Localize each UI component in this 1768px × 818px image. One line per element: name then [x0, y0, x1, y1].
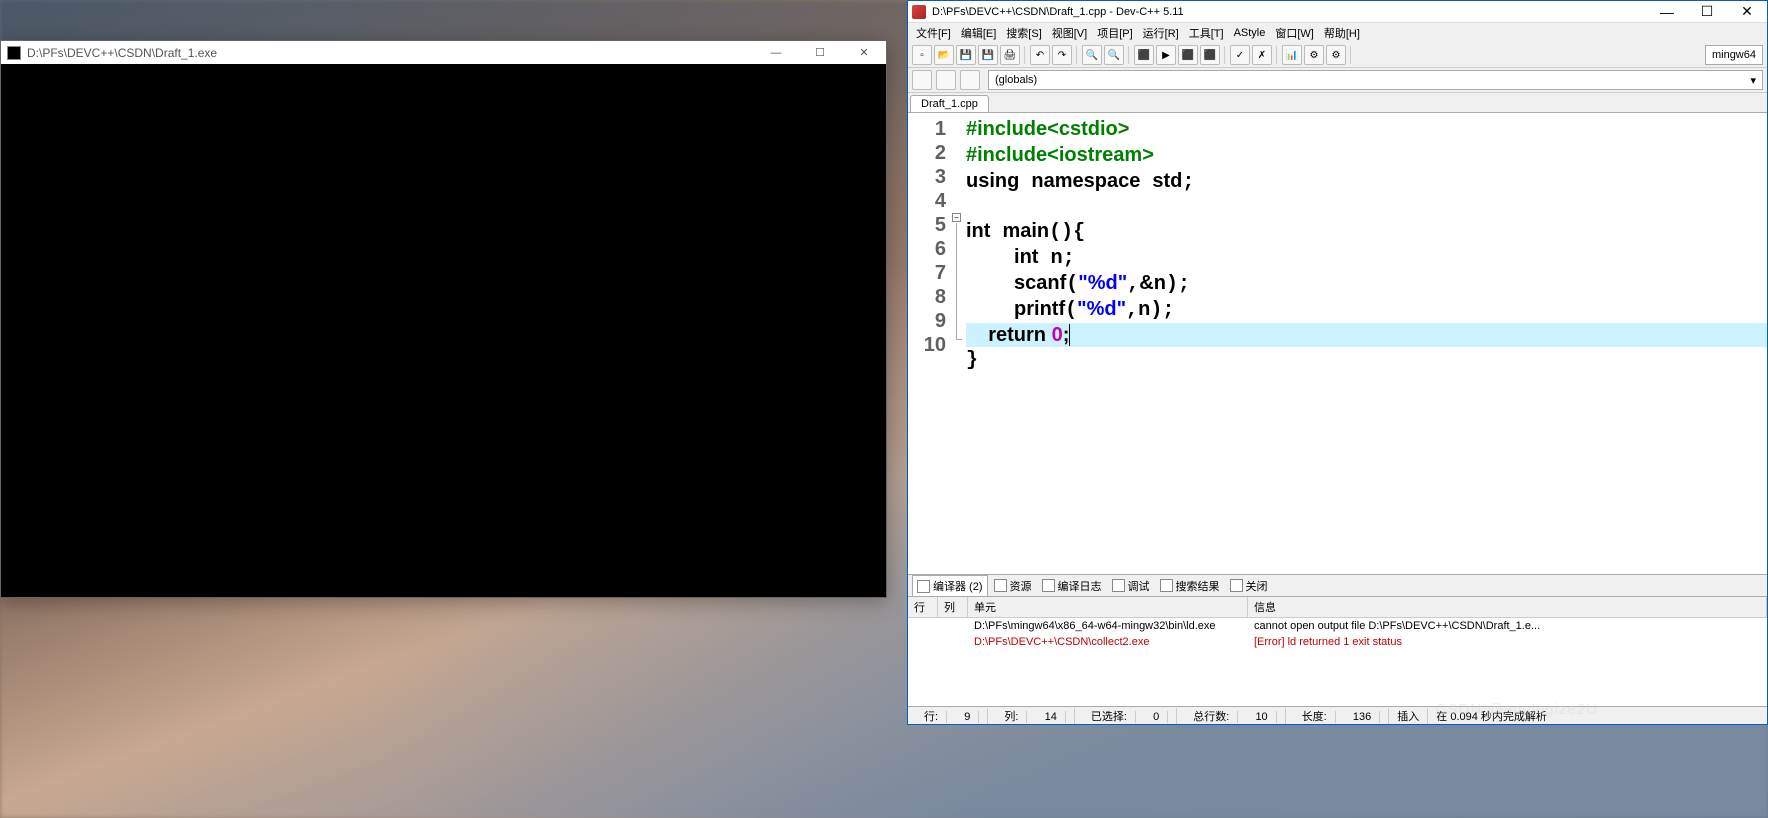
- line-number-gutter: 12345678910: [908, 113, 952, 574]
- code-area[interactable]: #include<cstdio> #include<iostream> usin…: [964, 113, 1767, 574]
- globals-dropdown[interactable]: (globals) ▾: [988, 70, 1763, 90]
- close-tab-icon: [1230, 579, 1243, 592]
- devcpp-app-icon: [912, 5, 926, 19]
- forward-icon[interactable]: [936, 70, 956, 90]
- print-icon[interactable]: 🖨: [1000, 45, 1020, 65]
- menu-help[interactable]: 帮助[H]: [1320, 23, 1364, 43]
- compile-run-icon[interactable]: ⬛: [1178, 45, 1198, 65]
- debug-tab-icon: [1112, 579, 1125, 592]
- tab-debug[interactable]: 调试: [1108, 576, 1154, 596]
- menu-tools[interactable]: 工具[T]: [1185, 23, 1228, 43]
- col-info[interactable]: 信息: [1248, 597, 1767, 617]
- devcpp-titlebar[interactable]: D:\PFs\DEVC++\CSDN\Draft_1.cpp - Dev-C++…: [908, 1, 1767, 23]
- watermark: CSDN @apologize2U: [1436, 701, 1598, 718]
- console-window: D:\PFs\DEVC++\CSDN\Draft_1.exe — ☐ ✕: [0, 40, 887, 598]
- devcpp-menubar: 文件[F] 编辑[E] 搜索[S] 视图[V] 项目[P] 运行[R] 工具[T…: [908, 23, 1767, 43]
- error-row[interactable]: D:\PFs\mingw64\x86_64-w64-mingw32\bin\ld…: [908, 618, 1767, 634]
- error-columns: 行 列 单元 信息: [908, 597, 1767, 618]
- redo-icon[interactable]: ↷: [1052, 45, 1072, 65]
- save-icon[interactable]: 💾: [956, 45, 976, 65]
- back-icon[interactable]: [912, 70, 932, 90]
- profile-icon[interactable]: 📊: [1282, 45, 1302, 65]
- rebuild-icon[interactable]: ⬛: [1200, 45, 1220, 65]
- editor-tab-draft1[interactable]: Draft_1.cpp: [910, 95, 989, 112]
- col-col[interactable]: 列: [938, 597, 968, 617]
- status-col: 列: 14: [988, 708, 1074, 724]
- console-output[interactable]: [1, 64, 886, 597]
- console-app-icon: [7, 46, 21, 60]
- bottom-tabbar: 编译器 (2) 资源 编译日志 调试 搜索结果 关闭: [908, 574, 1767, 596]
- tab-compiler[interactable]: 编译器 (2): [912, 575, 988, 596]
- col-unit[interactable]: 单元: [968, 597, 1248, 617]
- save-all-icon[interactable]: 💾: [978, 45, 998, 65]
- console-titlebar[interactable]: D:\PFs\DEVC++\CSDN\Draft_1.exe — ☐ ✕: [1, 41, 886, 64]
- devcpp-toolbar: ▫ 📂 💾 💾 🖨 ↶ ↷ 🔍 🔍 ⬛ ▶ ⬛ ⬛ ✓ ✗ 📊 ⚙ ⚙ ming…: [908, 43, 1767, 68]
- compiler-tab-icon: [917, 580, 930, 593]
- devcpp-window: D:\PFs\DEVC++\CSDN\Draft_1.cpp - Dev-C++…: [907, 0, 1768, 725]
- stop-icon[interactable]: ✗: [1252, 45, 1272, 65]
- console-maximize-button[interactable]: ☐: [798, 41, 842, 64]
- log-tab-icon: [1042, 579, 1055, 592]
- bookmark-icon[interactable]: [960, 70, 980, 90]
- fold-toggle-icon[interactable]: −: [952, 213, 961, 222]
- devcpp-maximize-button[interactable]: ☐: [1687, 1, 1727, 23]
- new-file-icon[interactable]: ▫: [912, 45, 932, 65]
- code-editor[interactable]: 12345678910 − #include<cstdio> #include<…: [908, 113, 1767, 574]
- open-file-icon[interactable]: 📂: [934, 45, 954, 65]
- devcpp-toolbar2: (globals) ▾: [908, 68, 1767, 93]
- error-row[interactable]: D:\PFs\DEVC++\CSDN\collect2.exe [Error] …: [908, 634, 1767, 650]
- editor-tabbar: Draft_1.cpp: [908, 93, 1767, 113]
- status-total-lines: 总行数: 10: [1177, 708, 1285, 724]
- error-panel: 行 列 单元 信息 D:\PFs\mingw64\x86_64-w64-ming…: [908, 596, 1767, 706]
- tab-compile-log[interactable]: 编译日志: [1038, 576, 1106, 596]
- menu-view[interactable]: 视图[V]: [1048, 23, 1091, 43]
- find-icon[interactable]: 🔍: [1082, 45, 1102, 65]
- menu-astyle[interactable]: AStyle: [1230, 25, 1270, 41]
- status-mode: 插入: [1389, 708, 1428, 724]
- tab-resources[interactable]: 资源: [990, 576, 1036, 596]
- fold-gutter[interactable]: −: [952, 113, 964, 574]
- debug-icon[interactable]: ✓: [1230, 45, 1250, 65]
- col-row[interactable]: 行: [908, 597, 938, 617]
- menu-run[interactable]: 运行[R]: [1139, 23, 1183, 43]
- replace-icon[interactable]: 🔍: [1104, 45, 1124, 65]
- compiler-selector[interactable]: mingw64: [1705, 45, 1763, 65]
- status-length: 长度: 136: [1286, 708, 1390, 724]
- console-close-button[interactable]: ✕: [842, 41, 886, 64]
- menu-search[interactable]: 搜索[S]: [1002, 23, 1045, 43]
- tool2-icon[interactable]: ⚙: [1326, 45, 1346, 65]
- menu-window[interactable]: 窗口[W]: [1271, 23, 1318, 43]
- console-title: D:\PFs\DEVC++\CSDN\Draft_1.exe: [27, 46, 217, 60]
- search-tab-icon: [1160, 579, 1173, 592]
- tab-search-results[interactable]: 搜索结果: [1156, 576, 1224, 596]
- tab-close[interactable]: 关闭: [1226, 576, 1272, 596]
- run-icon[interactable]: ▶: [1156, 45, 1176, 65]
- devcpp-close-button[interactable]: ✕: [1727, 1, 1767, 23]
- menu-file[interactable]: 文件[F]: [912, 23, 955, 43]
- status-bar: 行: 9 列: 14 已选择: 0 总行数: 10 长度: 136 插入 在 0…: [908, 706, 1767, 724]
- compile-icon[interactable]: ⬛: [1134, 45, 1154, 65]
- tool-icon[interactable]: ⚙: [1304, 45, 1324, 65]
- menu-project[interactable]: 项目[P]: [1093, 23, 1136, 43]
- undo-icon[interactable]: ↶: [1030, 45, 1050, 65]
- error-list[interactable]: D:\PFs\mingw64\x86_64-w64-mingw32\bin\ld…: [908, 618, 1767, 706]
- devcpp-title: D:\PFs\DEVC++\CSDN\Draft_1.cpp - Dev-C++…: [932, 6, 1184, 18]
- console-minimize-button[interactable]: —: [754, 41, 798, 64]
- status-row: 行: 9: [908, 708, 988, 724]
- menu-edit[interactable]: 编辑[E]: [957, 23, 1000, 43]
- resources-tab-icon: [994, 579, 1007, 592]
- status-selected: 已选择: 0: [1075, 708, 1177, 724]
- devcpp-minimize-button[interactable]: —: [1647, 1, 1687, 23]
